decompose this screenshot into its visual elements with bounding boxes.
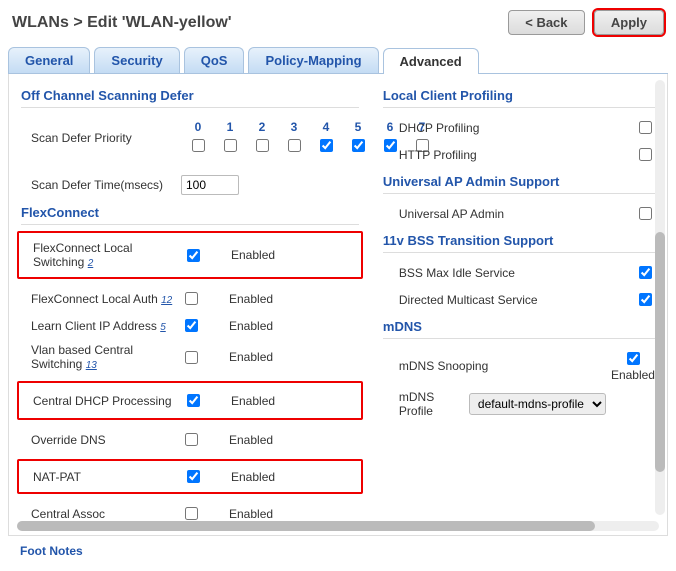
- section-11v-bss: 11v BSS Transition Support: [383, 227, 655, 253]
- universal-ap-admin-checkbox[interactable]: [639, 207, 652, 220]
- enabled-label: Enabled: [231, 470, 275, 484]
- apply-button[interactable]: Apply: [594, 10, 664, 35]
- tab-policy-mapping[interactable]: Policy-Mapping: [248, 47, 378, 73]
- http-profiling-checkbox[interactable]: [639, 148, 652, 161]
- scan-defer-time-label: Scan Defer Time(msecs): [21, 178, 181, 192]
- bss-max-idle-label: BSS Max Idle Service: [383, 266, 635, 280]
- flex-local-switching-checkbox[interactable]: [187, 249, 200, 262]
- footnote-link-13[interactable]: 13: [86, 360, 97, 371]
- tab-general[interactable]: General: [8, 47, 90, 73]
- vlan-central-switching-label: Vlan based Central Switching 13: [21, 343, 181, 371]
- section-flexconnect: FlexConnect: [21, 199, 359, 225]
- mdns-profile-label: mDNS Profile: [383, 390, 469, 418]
- dhcp-profiling-checkbox[interactable]: [639, 121, 652, 134]
- defer-col-1: 1: [215, 120, 245, 134]
- foot-notes-heading: Foot Notes: [8, 536, 668, 558]
- tab-qos[interactable]: QoS: [184, 47, 245, 73]
- nat-pat-checkbox[interactable]: [187, 470, 200, 483]
- dhcp-profiling-label: DHCP Profiling: [383, 121, 635, 135]
- back-button[interactable]: < Back: [508, 10, 584, 35]
- defer-priority-5[interactable]: [352, 139, 365, 152]
- learn-client-ip-checkbox[interactable]: [185, 319, 198, 332]
- enabled-label: Enabled: [231, 394, 275, 408]
- section-off-channel: Off Channel Scanning Defer: [21, 82, 359, 108]
- central-dhcp-checkbox[interactable]: [187, 394, 200, 407]
- defer-priority-0[interactable]: [192, 139, 205, 152]
- defer-col-4: 4: [311, 120, 341, 134]
- section-universal-ap: Universal AP Admin Support: [383, 168, 655, 194]
- defer-col-5: 5: [343, 120, 373, 134]
- enabled-label: Enabled: [229, 507, 273, 521]
- enabled-label: Enabled: [229, 292, 273, 306]
- scan-defer-time-input[interactable]: [181, 175, 239, 195]
- footnote-link-2[interactable]: 2: [88, 258, 94, 269]
- override-dns-checkbox[interactable]: [185, 433, 198, 446]
- section-mdns: mDNS: [383, 313, 655, 339]
- defer-col-2: 2: [247, 120, 277, 134]
- advanced-pane: Off Channel Scanning Defer Scan Defer Pr…: [8, 74, 668, 536]
- nat-pat-label: NAT-PAT: [23, 470, 183, 484]
- defer-priority-3[interactable]: [288, 139, 301, 152]
- tab-bar: General Security QoS Policy-Mapping Adva…: [8, 47, 668, 74]
- vlan-central-switching-checkbox[interactable]: [185, 351, 198, 364]
- defer-col-0: 0: [183, 120, 213, 134]
- central-assoc-label: Central Assoc: [21, 507, 181, 521]
- directed-multicast-label: Directed Multicast Service: [383, 293, 635, 307]
- tab-security[interactable]: Security: [94, 47, 179, 73]
- mdns-profile-select[interactable]: default-mdns-profile: [469, 393, 606, 415]
- flex-local-auth-checkbox[interactable]: [185, 292, 198, 305]
- universal-ap-admin-label: Universal AP Admin: [383, 207, 635, 221]
- directed-multicast-checkbox[interactable]: [639, 293, 652, 306]
- defer-priority-4[interactable]: [320, 139, 333, 152]
- enabled-label: Enabled: [611, 368, 655, 382]
- defer-col-3: 3: [279, 120, 309, 134]
- http-profiling-label: HTTP Profiling: [383, 148, 635, 162]
- vertical-scrollbar[interactable]: [655, 80, 665, 515]
- central-assoc-checkbox[interactable]: [185, 507, 198, 520]
- flex-local-auth-label: FlexConnect Local Auth 12: [21, 292, 181, 306]
- override-dns-label: Override DNS: [21, 433, 181, 447]
- defer-priority-2[interactable]: [256, 139, 269, 152]
- mdns-snooping-checkbox[interactable]: [627, 352, 640, 365]
- enabled-label: Enabled: [229, 319, 273, 333]
- learn-client-ip-label: Learn Client IP Address 5: [21, 319, 181, 333]
- defer-priority-1[interactable]: [224, 139, 237, 152]
- section-local-profiling: Local Client Profiling: [383, 82, 655, 108]
- scan-defer-priority-label: Scan Defer Priority: [21, 131, 181, 145]
- horizontal-scrollbar[interactable]: [17, 521, 659, 531]
- tab-advanced[interactable]: Advanced: [383, 48, 479, 74]
- enabled-label: Enabled: [231, 248, 275, 262]
- bss-max-idle-checkbox[interactable]: [639, 266, 652, 279]
- enabled-label: Enabled: [229, 350, 273, 364]
- page-title: WLANs > Edit 'WLAN-yellow': [12, 14, 232, 32]
- footnote-link-12[interactable]: 12: [161, 295, 172, 306]
- enabled-label: Enabled: [229, 433, 273, 447]
- flex-local-switching-label: FlexConnect Local Switching 2: [23, 241, 183, 269]
- mdns-snooping-label: mDNS Snooping: [383, 359, 611, 373]
- central-dhcp-label: Central DHCP Processing: [23, 394, 183, 408]
- footnote-link-5[interactable]: 5: [160, 322, 166, 333]
